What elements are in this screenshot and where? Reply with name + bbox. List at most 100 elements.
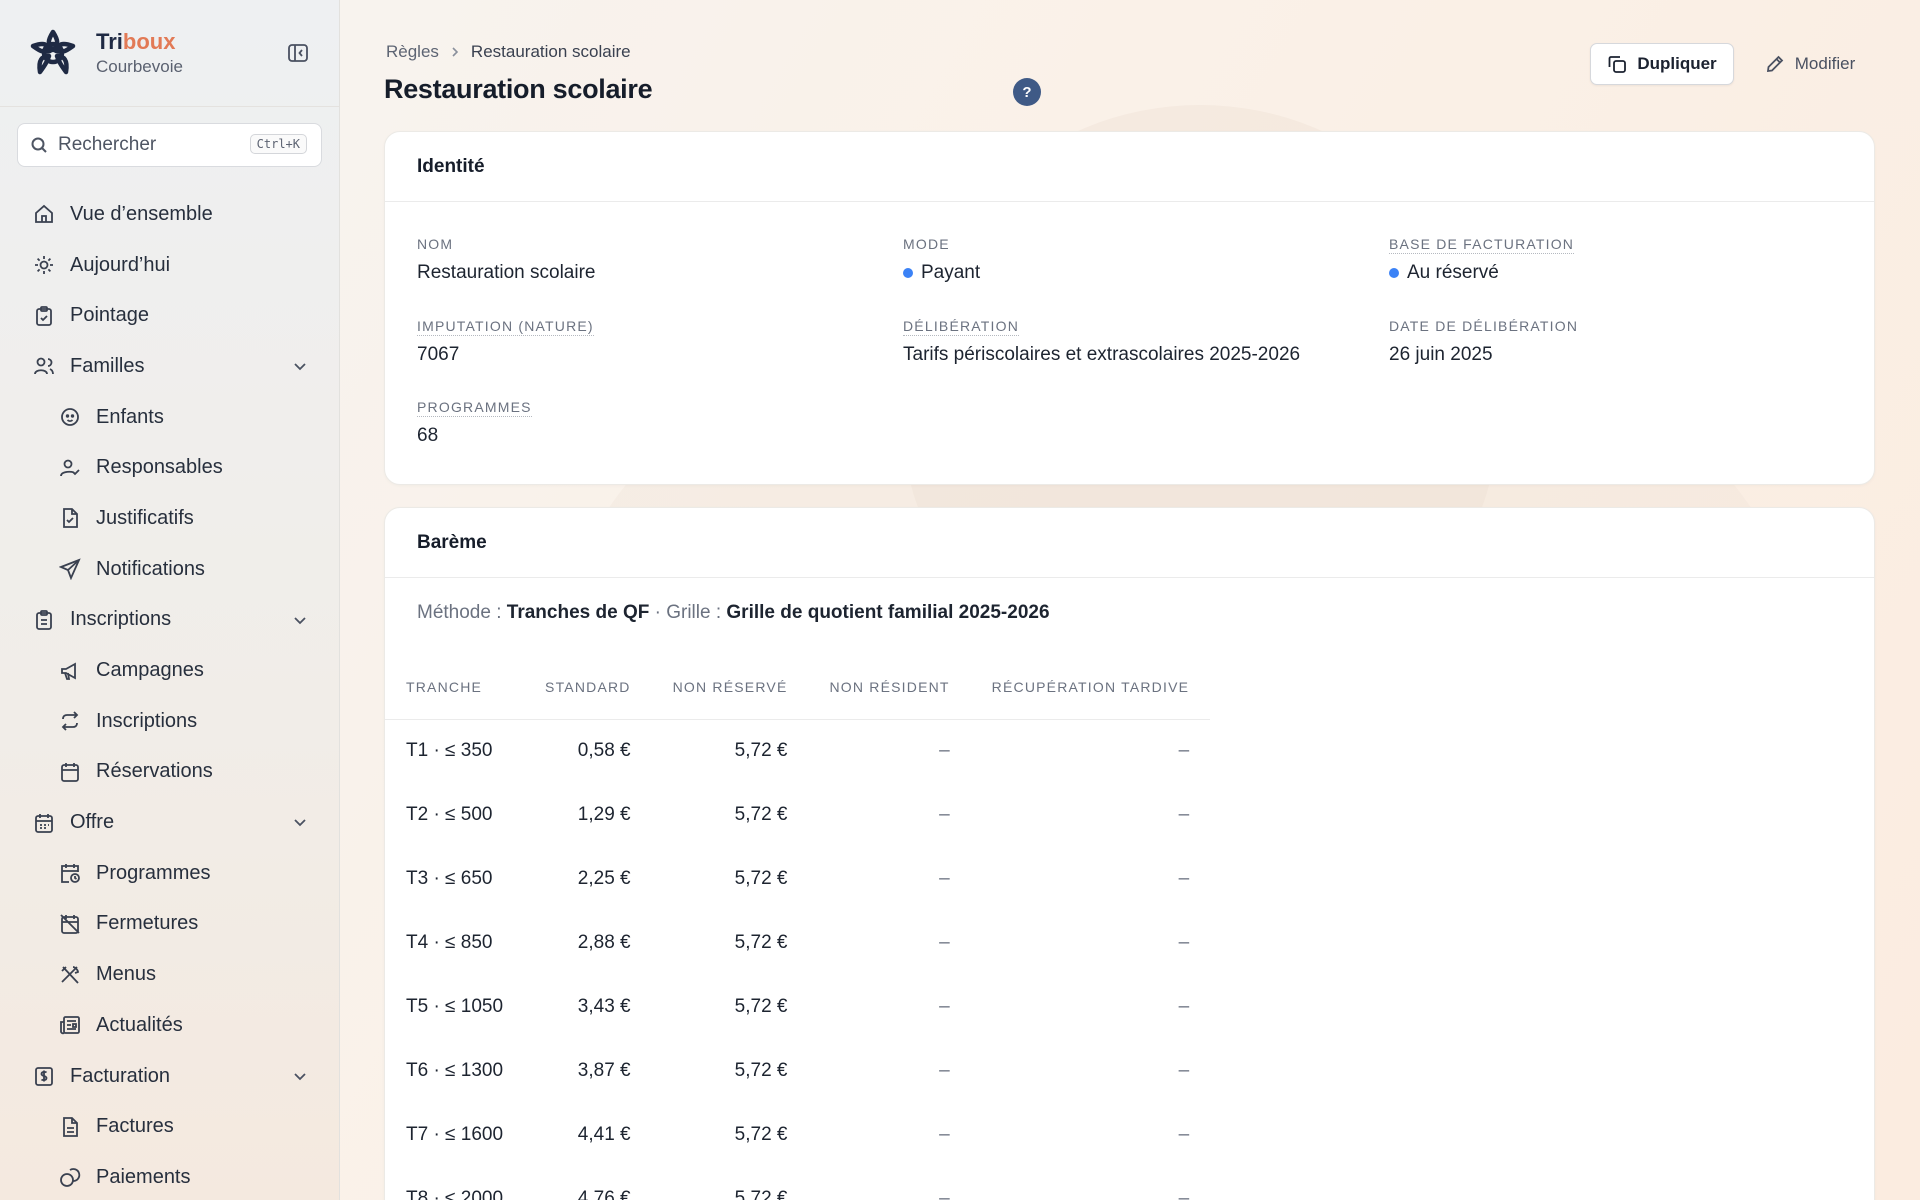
sidebar-item-label: Enfants: [96, 405, 164, 428]
breadcrumb-link[interactable]: Règles: [386, 42, 439, 62]
cell-recuperation-tardive: –: [1178, 740, 1190, 762]
sidebar-item-programmes[interactable]: Programmes: [0, 848, 339, 899]
coins-icon: [59, 1166, 81, 1188]
cell-standard: 0,58 €: [577, 740, 631, 762]
sidebar-item-label: Inscriptions: [96, 709, 198, 732]
utensils-icon: [59, 964, 81, 986]
field-nom: Nom Restauration scolaire: [417, 236, 595, 284]
base-value: Au réservé: [1407, 262, 1499, 283]
table-row: T5 · ≤ 1050 3,43 € 5,72 € – –: [385, 975, 1210, 1039]
cell-non-reserve: 5,72 €: [734, 1124, 788, 1145]
calendar-icon: [59, 761, 81, 783]
mode-value: Payant: [921, 262, 981, 283]
sidebar-item-offre[interactable]: Offre: [0, 797, 339, 848]
sidebar-item-campagnes[interactable]: Campagnes: [0, 645, 339, 696]
chevron-down-icon[interactable]: [291, 813, 309, 831]
cell-standard: 3,87 €: [577, 1060, 631, 1081]
cell-recuperation-tardive: –: [1178, 1188, 1190, 1200]
column-header-standard: Standard: [524, 655, 652, 720]
sidebar-item-menus[interactable]: Menus: [0, 949, 339, 1000]
field-value: Restauration scolaire: [417, 262, 596, 283]
sidebar-item-label: Factures: [96, 1115, 174, 1138]
cell-non-resident: –: [939, 868, 950, 889]
chevron-down-icon[interactable]: [291, 611, 309, 629]
field-value: Tarifs périscolaires et extrascolaires 2…: [903, 344, 1301, 365]
status-dot: [1389, 268, 1399, 278]
sidebar-item-responsables[interactable]: Responsables: [0, 442, 339, 493]
edit-button[interactable]: Modifier: [1750, 43, 1870, 85]
field-value: 68: [417, 425, 439, 446]
sidebar-item-factures[interactable]: Factures: [0, 1101, 339, 1152]
field-label[interactable]: Base de facturation: [1389, 236, 1575, 254]
status-dot: [903, 268, 913, 278]
cell-recuperation-tardive: –: [1178, 996, 1190, 1017]
cell-standard: 2,88 €: [577, 932, 631, 953]
field-label[interactable]: Imputation (nature): [417, 318, 594, 336]
sidebar-item-notifications[interactable]: Notifications: [0, 544, 339, 595]
cell-non-reserve: 5,72 €: [734, 804, 788, 825]
edit-label: Modifier: [1794, 54, 1856, 73]
page-title: Restauration scolaire: [384, 74, 653, 104]
chevron-right-icon: [449, 46, 461, 58]
sidebar-item-label: Aujourd’hui: [70, 253, 171, 276]
chevron-down-icon[interactable]: [291, 1067, 309, 1085]
home-icon: [33, 203, 55, 225]
pencil-icon: [1766, 55, 1784, 73]
app-city: Courbevoie: [96, 57, 183, 76]
sidebar-item-inscriptions[interactable]: Inscriptions: [0, 696, 339, 747]
sidebar-item-familles[interactable]: Familles: [0, 341, 339, 392]
chevron-down-icon[interactable]: [291, 357, 309, 375]
search-input[interactable]: Rechercher Ctrl+K: [17, 123, 322, 167]
cell-standard: 4,41 €: [577, 1124, 631, 1145]
field-value: Payant: [903, 262, 980, 284]
cell-recuperation-tardive: –: [1178, 1124, 1190, 1145]
cell-tranche: T4 · ≤ 850: [406, 932, 493, 953]
cell-non-resident: –: [939, 1124, 950, 1145]
field-value: 7067: [417, 344, 460, 365]
table-row: T1 · ≤ 350 0,58 € 5,72 € – –: [385, 719, 1210, 783]
sidebar-item-justificatifs[interactable]: Justificatifs: [0, 493, 339, 544]
cell-recuperation-tardive: –: [1178, 868, 1190, 889]
sidebar-item-vue-ensemble[interactable]: Vue d’ensemble: [0, 189, 339, 240]
column-header-tranche: Tranche: [385, 655, 525, 720]
sidebar-item-label: Inscriptions: [70, 608, 172, 631]
sidebar-item-label: Notifications: [96, 557, 205, 580]
sidebar-item-paiements[interactable]: Paiements: [0, 1152, 339, 1200]
sidebar-item-label: Pointage: [70, 304, 149, 327]
users-icon: [33, 355, 55, 377]
grid-value: Grille de quotient familial 2025-2026: [726, 602, 1050, 623]
sidebar-item-label: Offre: [70, 811, 115, 834]
field-imputation: Imputation (nature) 7067: [417, 318, 594, 366]
search-icon: [31, 137, 47, 153]
column-header-recuperation-tardive: Récupération tardive: [970, 655, 1211, 720]
sidebar-collapse-icon[interactable]: [285, 40, 311, 66]
sidebar-item-label: Réservations: [96, 760, 213, 783]
column-header-non-resident: Non résident: [808, 655, 971, 720]
sidebar-item-aujourdhui[interactable]: Aujourd’hui: [0, 240, 339, 291]
baby-face-icon: [59, 406, 81, 428]
duplicate-button[interactable]: Dupliquer: [1590, 43, 1734, 85]
cell-standard: 2,25 €: [577, 868, 631, 889]
column-header-non-reserve: Non réservé: [651, 655, 809, 720]
method-value: Tranches de QF: [506, 602, 650, 623]
sidebar-item-inscriptions-group[interactable]: Inscriptions: [0, 595, 339, 646]
card-title: Barème: [385, 508, 1874, 578]
field-label[interactable]: Délibération: [903, 318, 1020, 336]
sidebar-item-enfants[interactable]: Enfants: [0, 392, 339, 443]
help-icon[interactable]: ?: [1013, 78, 1041, 106]
breadcrumb-current: Restauration scolaire: [470, 42, 631, 61]
cell-non-reserve: 5,72 €: [734, 1188, 788, 1200]
sidebar-item-actualites[interactable]: Actualités: [0, 1000, 339, 1051]
sidebar-item-facturation[interactable]: Facturation: [0, 1051, 339, 1102]
field-value: 26 juin 2025: [1389, 344, 1493, 365]
cell-non-resident: –: [939, 932, 950, 953]
sidebar-item-pointage[interactable]: Pointage: [0, 290, 339, 341]
sidebar-item-fermetures[interactable]: Fermetures: [0, 899, 339, 950]
duplicate-label: Dupliquer: [1637, 54, 1717, 73]
sidebar-item-reservations[interactable]: Réservations: [0, 747, 339, 798]
calendar-grid-icon: [33, 812, 55, 834]
cell-tranche: T8 · ≤ 2000: [406, 1188, 504, 1200]
sidebar-item-label: Fermetures: [96, 912, 199, 935]
cell-recuperation-tardive: –: [1178, 804, 1190, 825]
field-label[interactable]: Programmes: [417, 399, 532, 417]
